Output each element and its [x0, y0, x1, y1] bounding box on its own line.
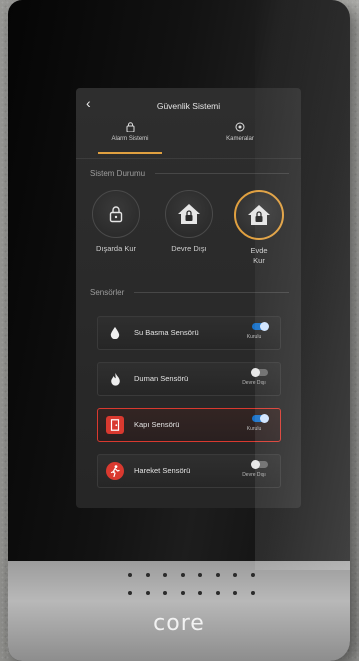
sensor-door[interactable]: Kapı Sensörü Kurulu	[97, 408, 281, 442]
section-sensors: Sensörler	[76, 286, 301, 297]
brand-logo: core	[153, 611, 205, 636]
divider	[155, 173, 289, 174]
app-header: ‹ Güvenlik Sistemi	[76, 88, 301, 118]
section-title: Sistem Durumu	[90, 169, 146, 178]
mode-home-arm[interactable]: Evde Kur	[229, 190, 289, 266]
sensor-state: Devre Dışı	[242, 472, 266, 478]
camera-icon	[200, 122, 280, 136]
lock-icon	[90, 122, 170, 136]
touch-screen: ‹ Güvenlik Sistemi Alarm Sistemi Kameral…	[76, 88, 301, 508]
sensor-name: Su Basma Sensörü	[134, 328, 199, 337]
home-lock-icon	[234, 190, 284, 240]
flame-icon	[106, 370, 124, 388]
section-system-status: Sistem Durumu	[76, 159, 301, 178]
tab-label: Alarm Sistemi	[111, 136, 149, 142]
sensor-name: Duman Sensörü	[134, 374, 189, 383]
page-title: Güvenlik Sistemi	[156, 101, 221, 111]
motion-person-icon	[106, 462, 124, 480]
water-drop-icon	[106, 324, 124, 342]
divider	[134, 292, 289, 293]
active-tab-indicator	[98, 152, 162, 154]
sensor-state: Devre Dışı	[242, 380, 266, 386]
wall-panel-device: ‹ Güvenlik Sistemi Alarm Sistemi Kameral…	[8, 0, 350, 661]
mode-away-arm[interactable]: Dışarda Kur	[86, 190, 146, 254]
section-title: Sensörler	[90, 288, 125, 297]
sensor-state: Kurulu	[246, 426, 262, 432]
sensor-name: Kapı Sensörü	[134, 420, 180, 429]
metal-bottom-strip: core	[8, 561, 350, 661]
tab-bar: Alarm Sistemi Kameralar	[76, 118, 301, 159]
home-lock-icon	[165, 190, 213, 238]
mode-label: Devre Dışı	[171, 244, 207, 253]
mode-label: Dışarda Kur	[95, 244, 137, 253]
mode-label: Evde Kur	[250, 246, 268, 265]
sensor-motion[interactable]: Hareket Sensörü Devre Dışı	[97, 454, 281, 488]
lock-icon	[92, 190, 140, 238]
sensor-toggle[interactable]	[252, 322, 269, 331]
sensor-toggle[interactable]	[251, 460, 268, 469]
mode-selector: Dışarda Kur Devre Dışı Evde Kur	[76, 178, 301, 286]
sensor-toggle[interactable]	[252, 414, 269, 423]
tab-alarm-system[interactable]: Alarm Sistemi	[90, 122, 170, 142]
mode-disarmed[interactable]: Devre Dışı	[159, 190, 219, 254]
sensor-water-leak[interactable]: Su Basma Sensörü Kurulu	[97, 316, 281, 350]
tab-label: Kameralar	[226, 136, 254, 142]
door-icon	[106, 416, 124, 434]
sensor-toggle[interactable]	[251, 368, 268, 377]
sensor-smoke[interactable]: Duman Sensörü Devre Dışı	[97, 362, 281, 396]
tab-cameras[interactable]: Kameralar	[200, 122, 280, 142]
sensor-state: Kurulu	[246, 334, 262, 340]
sensor-name: Hareket Sensörü	[134, 466, 191, 475]
speaker-grille	[128, 573, 268, 603]
